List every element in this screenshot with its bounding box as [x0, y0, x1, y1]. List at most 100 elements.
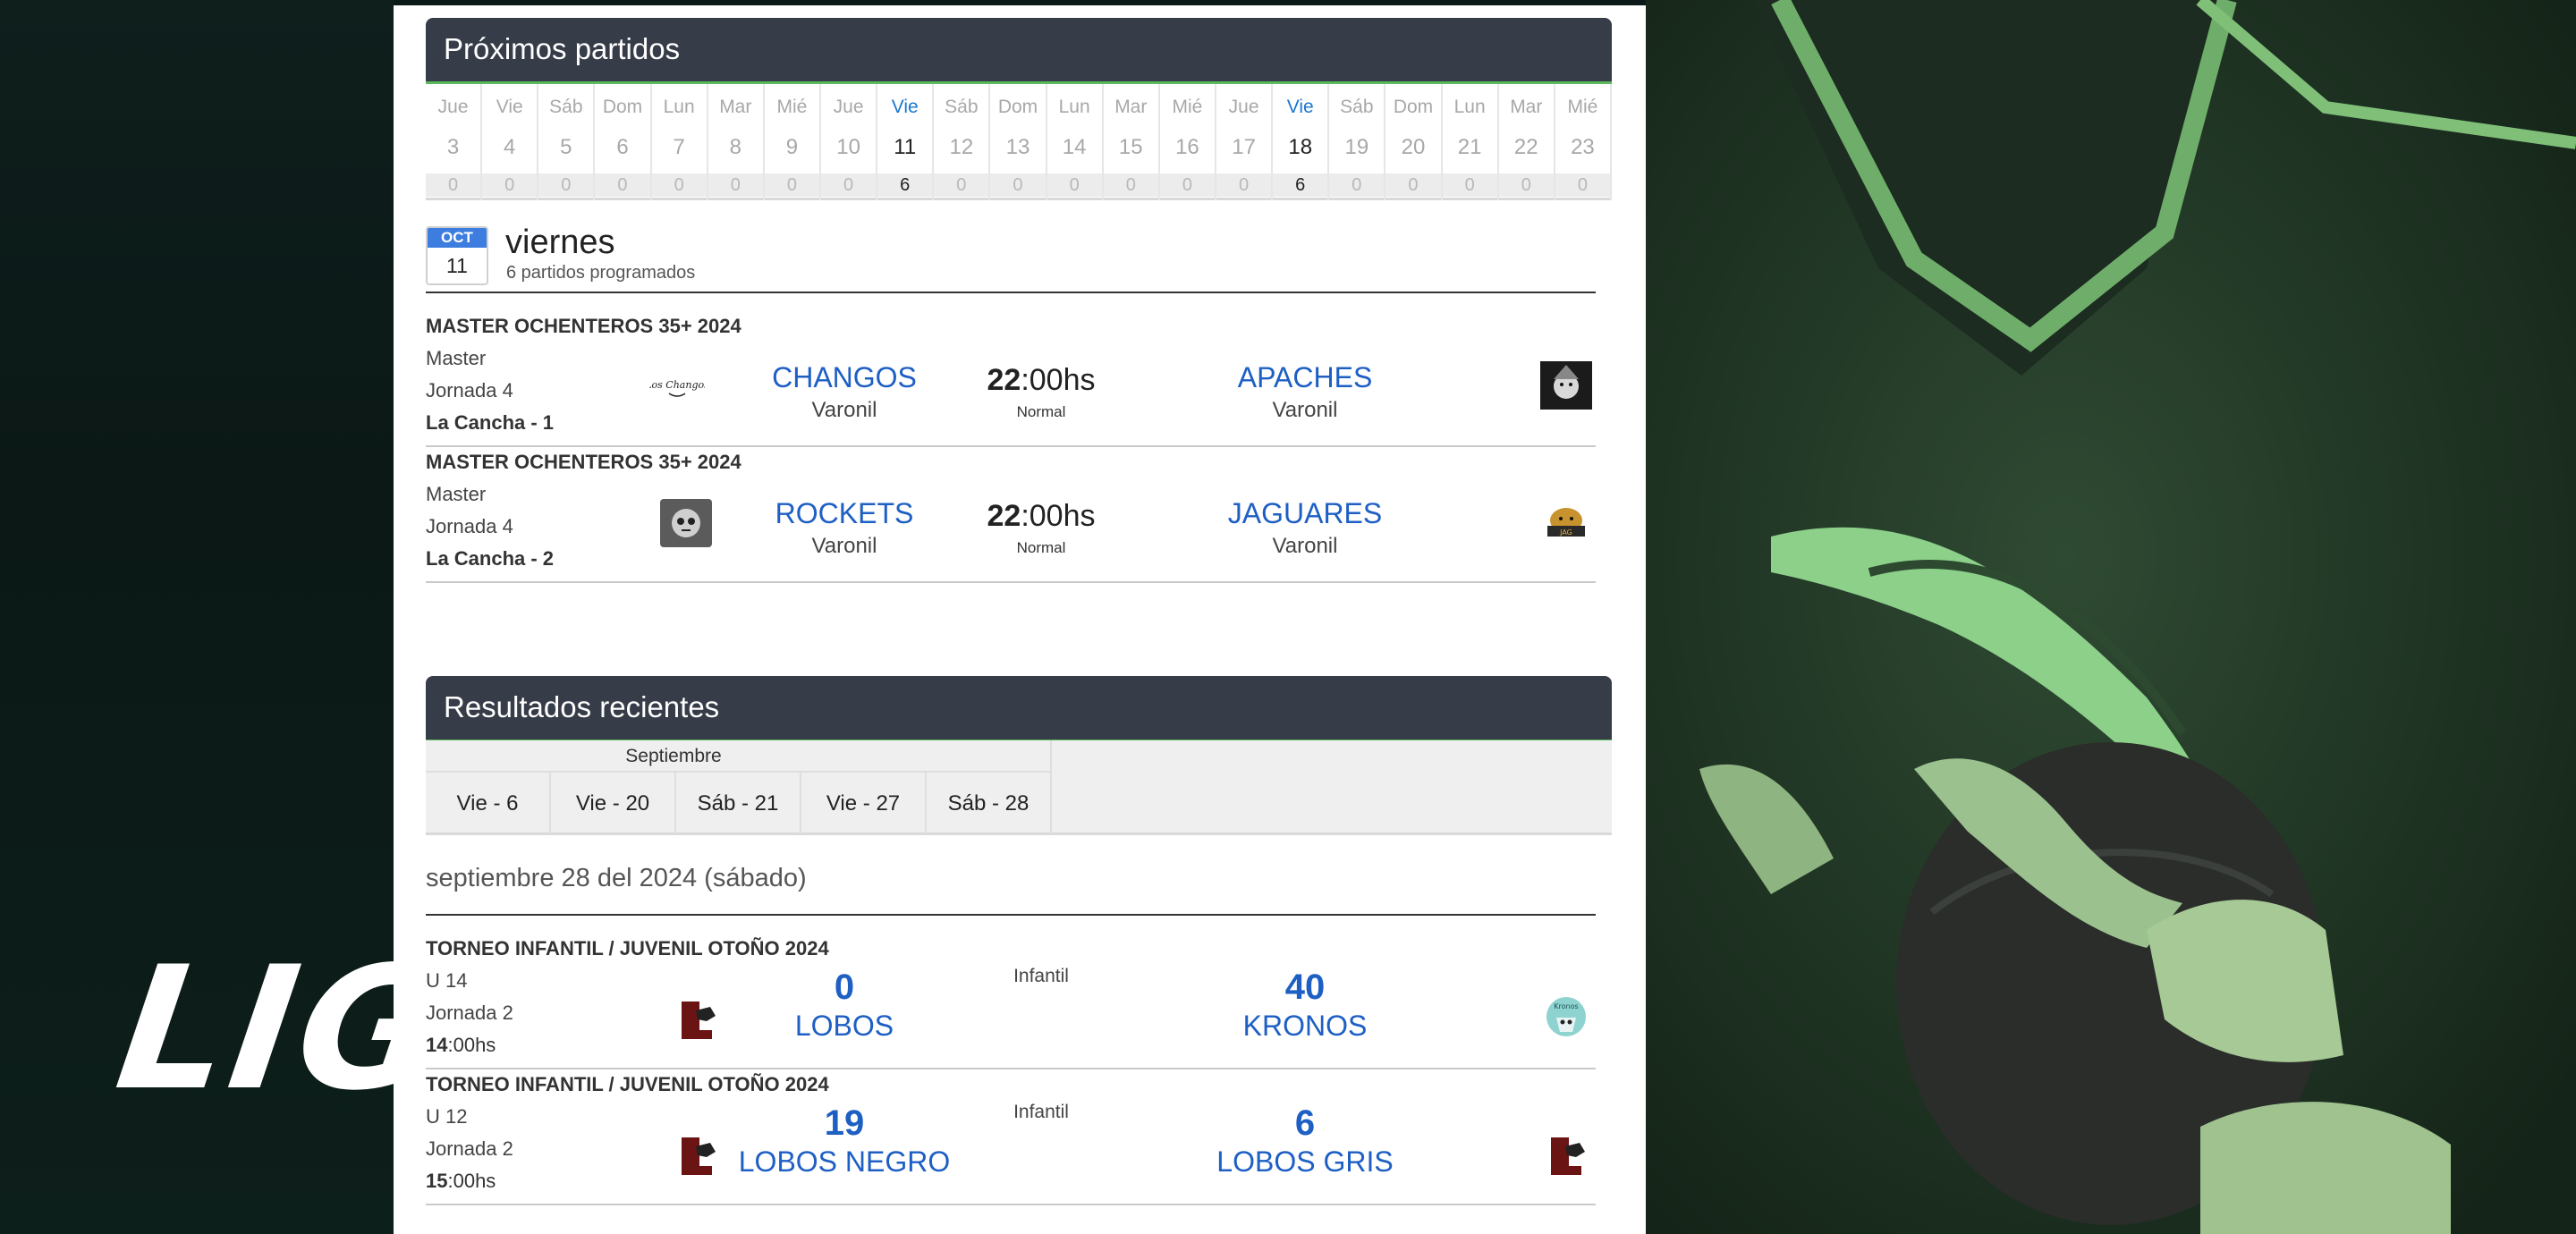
calendar-day[interactable]: Jue 10 0: [821, 84, 878, 200]
calendar-day[interactable]: Mar 8 0: [708, 84, 765, 200]
results-tab[interactable]: Sáb - 28: [927, 773, 1052, 835]
calendar-day-name: Jue: [833, 97, 864, 117]
calendar-day[interactable]: Mié 16 0: [1159, 84, 1216, 200]
home-team-name[interactable]: LOBOS NEGRO: [701, 1145, 987, 1179]
day-title: viernes: [505, 224, 615, 261]
calendar-day[interactable]: Sáb 5 0: [538, 84, 596, 200]
result-time-hour: 14: [426, 1034, 448, 1056]
calendar-day[interactable]: Jue 17 0: [1216, 84, 1274, 200]
away-team-branch: Varonil: [1272, 398, 1338, 422]
results-tab[interactable]: Sáb - 21: [676, 773, 801, 835]
match-row[interactable]: MASTER OCHENTEROS 35+ 2024 Master Jornad…: [426, 315, 1596, 449]
apaches-logo-icon[interactable]: [1538, 359, 1594, 411]
calendar-day[interactable]: Mié 23 0: [1555, 84, 1612, 200]
away-score-block[interactable]: 40 KRONOS: [1162, 968, 1448, 1043]
calendar-day-number: 23: [1571, 135, 1595, 159]
result-round: Jornada 2: [426, 1002, 513, 1024]
calendar-day-name: Vie: [496, 97, 523, 117]
svg-text:Los Changos: Los Changos: [649, 379, 705, 391]
match-row[interactable]: MASTER OCHENTEROS 35+ 2024 Master Jornad…: [426, 451, 1596, 585]
home-team-name[interactable]: CHANGOS: [701, 361, 987, 394]
match-venue: La Cancha - 2: [426, 547, 555, 570]
results-title: Resultados recientes: [444, 690, 720, 723]
calendar-day[interactable]: Lun 14 0: [1046, 84, 1104, 200]
calendar-match-count: 0: [1442, 173, 1497, 197]
calendar-day[interactable]: Dom 20 0: [1385, 84, 1443, 200]
result-row[interactable]: TORNEO INFANTIL / JUVENIL OTOÑO 2024 U 1…: [426, 1073, 1596, 1207]
home-team-branch: Varonil: [811, 398, 877, 422]
calendar-day[interactable]: Sáb 12 0: [934, 84, 991, 200]
calendar-match-count: 6: [877, 173, 933, 197]
calendar-day-name: Dom: [602, 97, 643, 117]
jaguares-logo-icon[interactable]: JAG: [1538, 497, 1594, 549]
result-round: Jornada 2: [426, 1137, 513, 1160]
away-team-name[interactable]: APACHES: [1162, 361, 1448, 394]
calendar-day-name: Jue: [437, 97, 469, 117]
calendar-day-number: 8: [729, 135, 741, 159]
calendar-day-name: Sáb: [945, 97, 979, 117]
changos-logo-icon[interactable]: Los Changos: [644, 361, 709, 413]
calendar-day-name: Dom: [1393, 97, 1434, 117]
upcoming-header: Próximos partidos: [426, 18, 1612, 86]
result-category: U 14: [426, 969, 468, 992]
home-team-name[interactable]: ROCKETS: [701, 497, 987, 530]
away-team-name[interactable]: KRONOS: [1162, 1010, 1448, 1043]
calendar-day-name: Lun: [663, 97, 695, 117]
calendar-day[interactable]: Dom 13 0: [990, 84, 1047, 200]
result-row[interactable]: TORNEO INFANTIL / JUVENIL OTOÑO 2024 U 1…: [426, 937, 1596, 1071]
match-league: MASTER OCHENTEROS 35+ 2024: [426, 451, 741, 473]
home-score-block[interactable]: 0 LOBOS: [701, 968, 987, 1043]
away-score-block[interactable]: 6 LOBOS GRIS: [1162, 1103, 1448, 1179]
calendar-day[interactable]: Mar 15 0: [1103, 84, 1160, 200]
calendar-match-count: 0: [426, 173, 481, 197]
away-team[interactable]: APACHES Varonil: [1162, 361, 1448, 423]
calendar-day[interactable]: Vie 4 0: [482, 84, 539, 200]
calendar-day-name: Mié: [1567, 97, 1598, 117]
kronos-logo-icon[interactable]: Kronos: [1538, 991, 1594, 1043]
result-time-hour: 15: [426, 1170, 448, 1192]
away-team-name[interactable]: LOBOS GRIS: [1162, 1145, 1448, 1179]
calendar-match-count: 0: [595, 173, 650, 197]
match-type: Normal: [1016, 539, 1066, 556]
calendar-day[interactable]: Vie 18 6: [1273, 84, 1330, 200]
calendar-day-number: 17: [1232, 135, 1256, 159]
home-team-name[interactable]: LOBOS: [701, 1010, 987, 1043]
calendar-day-name: Mar: [1114, 97, 1148, 117]
results-tab[interactable]: Vie - 27: [801, 773, 927, 835]
calendar-day[interactable]: Mar 22 0: [1498, 84, 1555, 200]
results-date-heading: septiembre 28 del 2024 (sábado): [426, 864, 807, 892]
calendar-day[interactable]: Lun 21 0: [1442, 84, 1499, 200]
results-tab[interactable]: Vie - 20: [551, 773, 676, 835]
left-background: LIGA: [0, 0, 591, 1234]
home-team-branch: Varonil: [811, 534, 877, 558]
results-tab[interactable]: Vie - 6: [426, 773, 551, 835]
match-round: Jornada 4: [426, 515, 513, 537]
match-time-hour: 22: [987, 499, 1021, 533]
calendar-match-count: 0: [538, 173, 594, 197]
calendar-day-number: 15: [1118, 135, 1143, 159]
row-divider: [426, 1204, 1596, 1205]
away-team-name[interactable]: JAGUARES: [1162, 497, 1448, 530]
result-time-rest: :00hs: [447, 1034, 496, 1056]
home-team[interactable]: ROCKETS Varonil: [701, 497, 987, 559]
calendar-day-number: 18: [1288, 135, 1313, 159]
calendar-match-count: 0: [990, 173, 1046, 197]
calendar-day-number: 4: [504, 135, 516, 159]
calendar-day[interactable]: Lun 7 0: [651, 84, 708, 200]
calendar-day[interactable]: Vie 11 6: [877, 84, 935, 200]
calendar-day-number: 21: [1457, 135, 1482, 159]
calendar-day[interactable]: Jue 3 0: [426, 84, 483, 200]
home-team[interactable]: CHANGOS Varonil: [701, 361, 987, 423]
calendar-day-number: 13: [1005, 135, 1030, 159]
result-time: 14:00hs: [426, 1034, 496, 1057]
date-badge: OCT 11: [426, 226, 488, 285]
calendar-day[interactable]: Sáb 19 0: [1329, 84, 1386, 200]
home-score-block[interactable]: 19 LOBOS NEGRO: [701, 1103, 987, 1179]
lobos-logo-icon[interactable]: [1538, 1130, 1594, 1182]
calendar-day[interactable]: Mié 9 0: [764, 84, 821, 200]
calendar-day[interactable]: Dom 6 0: [595, 84, 652, 200]
calendar-day-number: 6: [616, 135, 629, 159]
calendar-match-count: 0: [651, 173, 707, 197]
calendar-match-count: 0: [708, 173, 763, 197]
away-team[interactable]: JAGUARES Varonil: [1162, 497, 1448, 559]
